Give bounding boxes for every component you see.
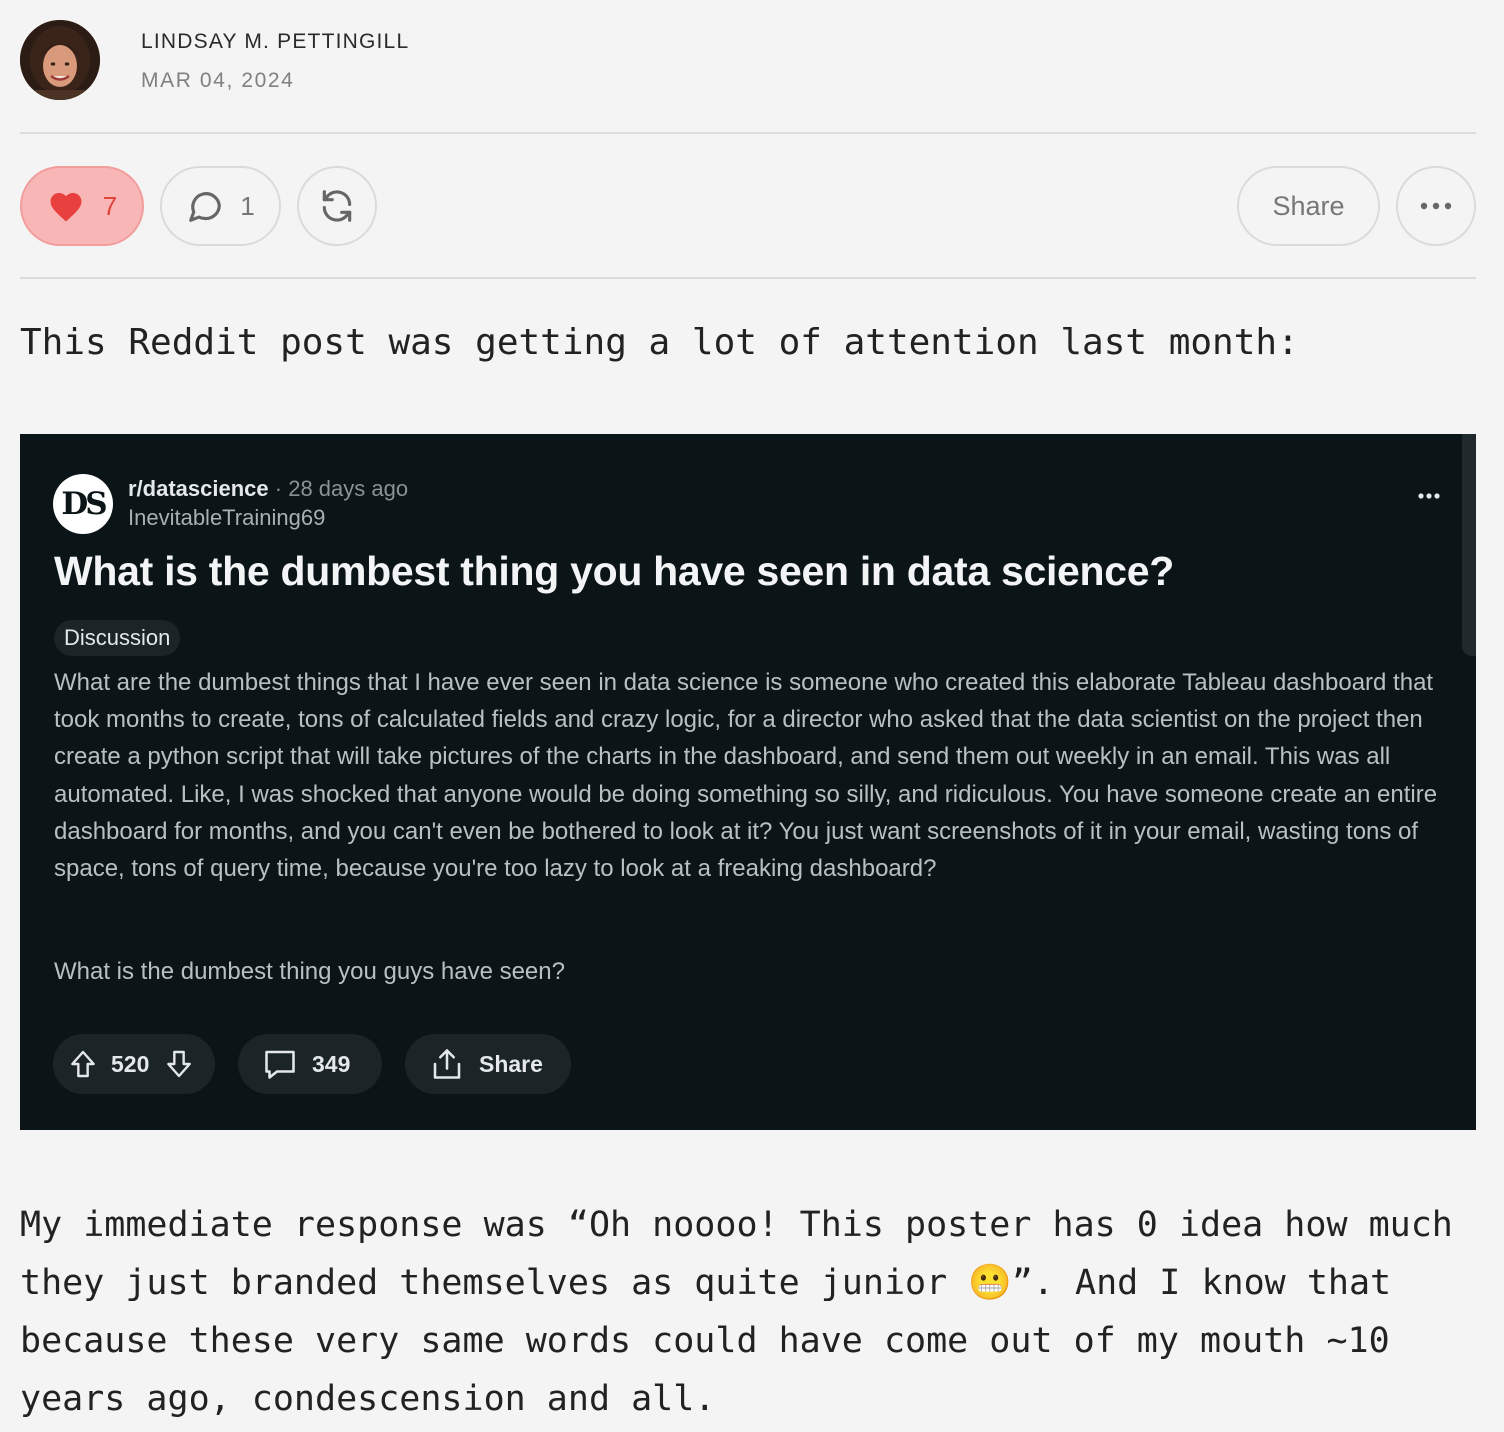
meta-separator: · (274, 476, 283, 501)
flair-badge: Discussion (54, 620, 181, 656)
subreddit-name: r/datascience (128, 476, 269, 501)
post-header: LINDSAY M. PETTINGILL MAR 04, 2024 (20, 20, 409, 100)
comment-count: 1 (240, 190, 255, 221)
restack-icon (322, 190, 352, 222)
upvote-icon (71, 1050, 95, 1078)
reddit-post-question: What is the dumbest thing you guys have … (54, 958, 565, 985)
heart-icon (50, 193, 82, 222)
comment-button[interactable]: 1 (160, 166, 281, 246)
downvote-icon (167, 1050, 192, 1078)
divider-bottom (20, 277, 1476, 279)
restack-button[interactable] (297, 166, 377, 246)
reddit-more-icon (1418, 493, 1440, 499)
reddit-comments-indicator: 349 (238, 1034, 382, 1094)
post-age: 28 days ago (288, 476, 409, 501)
reddit-username: InevitableTraining69 (128, 505, 326, 530)
reddit-post-body: What are the dumbest things that I have … (54, 669, 1438, 883)
reddit-share-indicator: Share (405, 1034, 571, 1094)
comment-bubble-icon (265, 1050, 295, 1079)
share-upload-icon (433, 1049, 461, 1079)
post-actions: 7 1 Share (20, 166, 1476, 246)
ellipsis-icon (1420, 202, 1452, 210)
author-name[interactable]: LINDSAY M. PETTINGILL (141, 31, 409, 52)
like-button[interactable]: 7 (20, 166, 144, 246)
scrollbar (1462, 434, 1476, 656)
intro-paragraph: This Reddit post was getting a lot of at… (20, 322, 1299, 363)
reddit-share-label: Share (479, 1050, 543, 1077)
reddit-comment-count: 349 (312, 1050, 351, 1077)
subreddit-logo: DS (53, 474, 113, 534)
reddit-post-title: What is the dumbest thing you have seen … (54, 548, 1175, 594)
subreddit-line: r/datascience · 28 days ago (128, 476, 408, 502)
vote-group: 520 (53, 1034, 215, 1094)
author-avatar[interactable] (20, 20, 100, 100)
response-paragraph: My immediate response was “Oh noooo! Thi… (20, 1205, 1453, 1419)
comment-icon (189, 192, 222, 222)
reddit-screenshot: DS r/datascience · 28 days ago Inevitabl… (20, 434, 1476, 1130)
post-date: MAR 04, 2024 (141, 69, 295, 92)
divider-top (20, 132, 1476, 134)
share-button[interactable]: Share (1237, 166, 1380, 246)
like-count: 7 (102, 190, 118, 221)
vote-count: 520 (111, 1050, 150, 1077)
more-options-button[interactable] (1396, 166, 1476, 246)
